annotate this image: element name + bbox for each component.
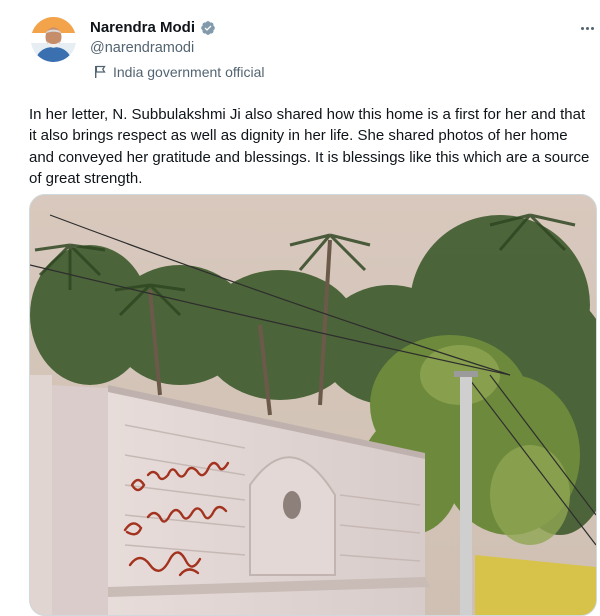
author-handle[interactable]: @narendramodi <box>90 40 194 56</box>
affiliation-label: India government official <box>94 64 265 80</box>
verified-badge-icon <box>200 20 216 36</box>
more-options-icon[interactable] <box>576 20 598 36</box>
avatar[interactable] <box>31 17 76 62</box>
house-photo <box>30 195 596 615</box>
tweet-text: In her letter, N. Subbulakshmi Ji also s… <box>29 106 590 187</box>
profile-photo <box>31 17 76 62</box>
flag-icon <box>94 65 106 79</box>
tweet: Narendra Modi @narendramodi India govern… <box>0 0 600 616</box>
author-display-name[interactable]: Narendra Modi <box>90 19 195 36</box>
author-name-row: Narendra Modi <box>90 19 216 36</box>
affiliation-text: India government official <box>113 64 265 80</box>
tweet-photo[interactable] <box>29 194 597 616</box>
